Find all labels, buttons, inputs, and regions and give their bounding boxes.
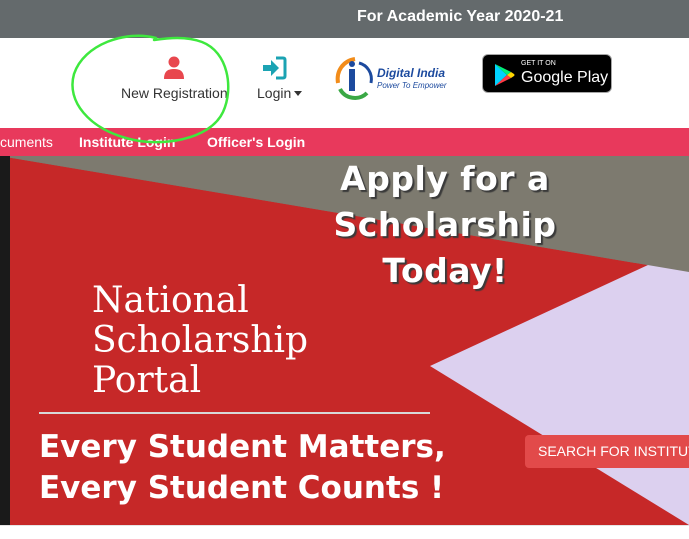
academic-year-text: For Academic Year 2020-21 [357, 8, 564, 25]
new-registration-link[interactable]: New Registration [118, 56, 230, 106]
header: New Registration Login Digital India Pow… [0, 38, 689, 128]
google-play-text: Google Play [521, 69, 609, 86]
google-play-badge[interactable]: GET IT ON Google Play [482, 54, 612, 93]
digital-india-logo: Digital India Power To Empower [333, 55, 455, 103]
nav-item-institute-login[interactable]: Institute Login [79, 134, 175, 150]
user-icon [164, 56, 184, 79]
portal-title-line-2: Scholarship [92, 320, 309, 361]
portal-title-line-1: National [92, 280, 249, 321]
motto-line-2: Every Student Counts ! [39, 470, 445, 506]
apply-line-1: Apply for a [340, 159, 550, 198]
portal-title: National Scholarship Portal [92, 281, 308, 401]
digital-india-subtitle: Power To Empower [377, 81, 447, 90]
banner-divider [39, 412, 430, 414]
motto-text: Every Student Matters, Every Student Cou… [39, 427, 446, 509]
apply-line-2: Scholarship [333, 205, 557, 244]
top-bar: For Academic Year 2020-21 [0, 0, 689, 38]
motto-line-1: Every Student Matters, [39, 429, 446, 465]
page: For Academic Year 2020-21 New Registrati… [0, 0, 689, 539]
apply-line-3: Today! [382, 251, 508, 290]
bottom-strip [0, 525, 689, 539]
get-it-on-text: GET IT ON [521, 60, 556, 67]
digital-india-title: Digital India [377, 66, 446, 80]
search-institute-button[interactable]: SEARCH FOR INSTITUTE [525, 435, 689, 468]
new-registration-label: New Registration [121, 85, 228, 101]
digital-india-emblem-icon [335, 57, 373, 100]
login-label: Login [257, 85, 292, 101]
login-dropdown[interactable]: Login [256, 56, 308, 106]
chevron-down-icon [294, 91, 302, 96]
nav-item-documents[interactable]: cuments [0, 134, 53, 150]
portal-title-line-3: Portal [92, 360, 202, 401]
apply-heading: Apply for a Scholarship Today! [300, 156, 590, 294]
sign-in-icon [263, 56, 287, 80]
nav-bar: cuments Institute Login Officer's Login [0, 128, 689, 156]
nav-item-officers-login[interactable]: Officer's Login [207, 134, 305, 150]
google-play-icon [495, 64, 515, 86]
hero-banner: Apply for a Scholarship Today! National … [0, 156, 689, 525]
